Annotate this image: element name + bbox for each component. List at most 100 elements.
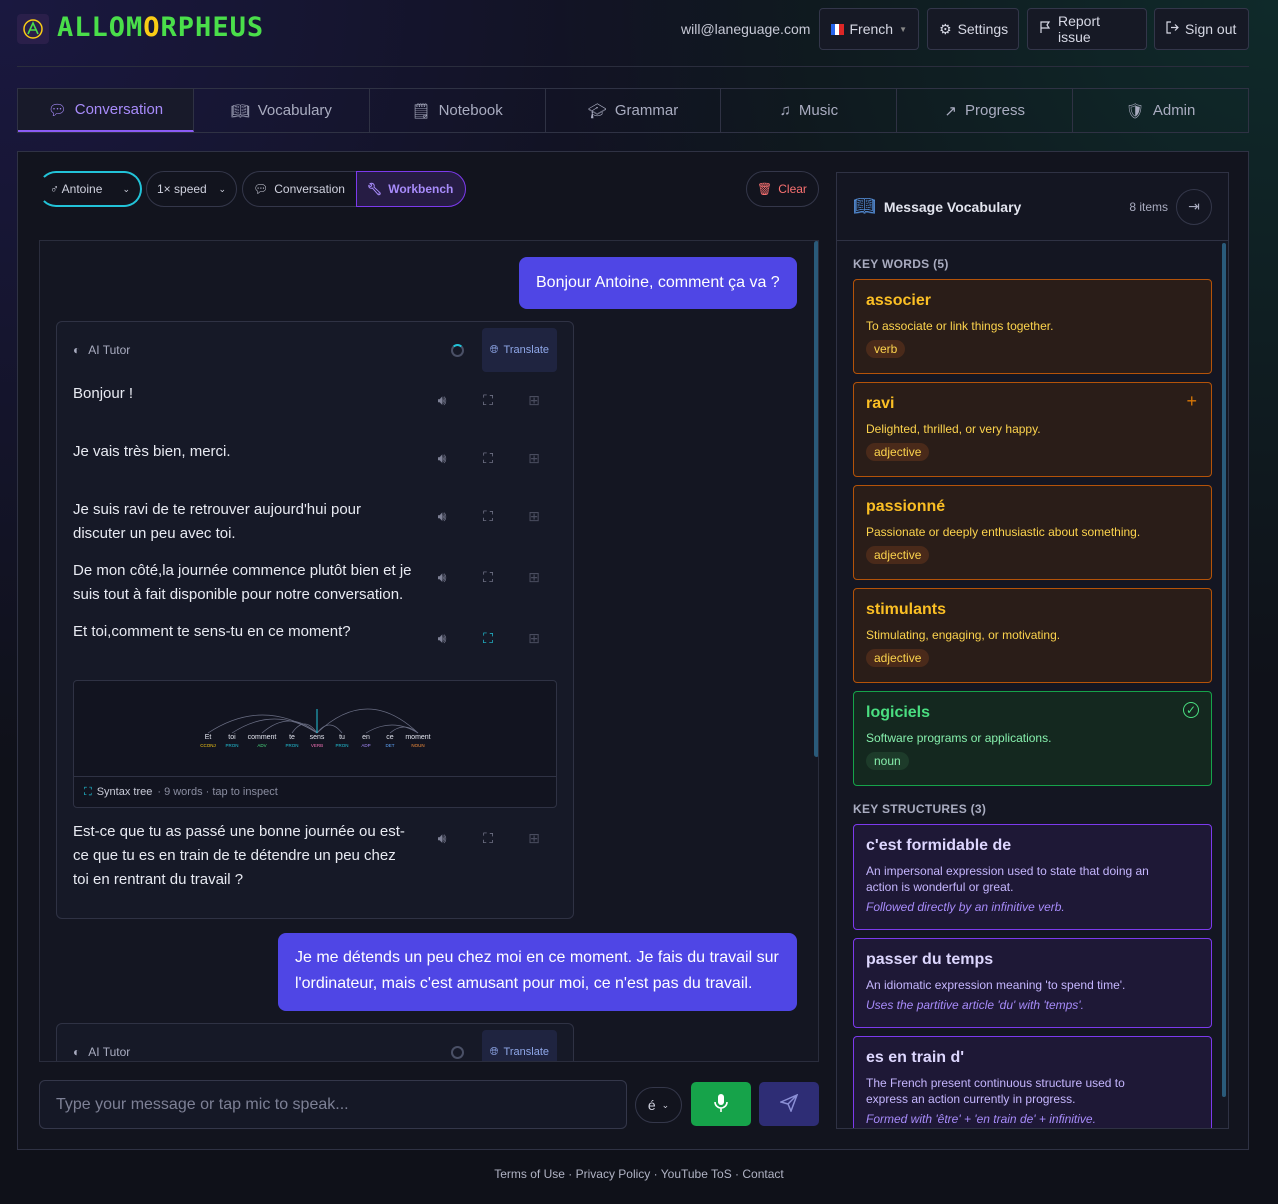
vocab-word-card[interactable]: passionné Passionate or deeply enthusias… bbox=[853, 485, 1212, 580]
grid-icon[interactable]: ⊞ bbox=[511, 630, 557, 674]
contact-link[interactable]: Contact bbox=[742, 1167, 783, 1181]
chat-scrollbar[interactable] bbox=[814, 241, 818, 757]
logo-icon[interactable] bbox=[17, 14, 49, 44]
part-of-speech-badge: adjective bbox=[866, 649, 930, 667]
speaker-icon[interactable]: 🔊︎ bbox=[419, 569, 465, 616]
voice-select[interactable]: ♂ Antoine ⌄ bbox=[38, 171, 142, 207]
tree-pos-tag: ADP bbox=[361, 743, 370, 748]
tab-vocabulary[interactable]: 📖︎ Vocabulary bbox=[194, 89, 370, 132]
brand-name: ALLOMORPHEUS bbox=[57, 12, 265, 43]
structure-title: c'est formidable de bbox=[866, 837, 1012, 854]
sentence-row: Et toi,comment te sens-tu en ce moment? 🔊… bbox=[57, 616, 573, 674]
tree-pos-tag: PRON bbox=[285, 743, 298, 748]
vocab-word: ravi bbox=[866, 395, 895, 412]
chat-scroll-area[interactable]: Bonjour Antoine, comment ça va ? ◐ AI Tu… bbox=[39, 240, 819, 1062]
structure-definition: The French present continuous structure … bbox=[866, 1076, 1125, 1106]
syntax-tree-icon[interactable]: ⛶ bbox=[465, 569, 511, 616]
dependency-arc bbox=[231, 718, 318, 734]
vocab-structure-card[interactable]: es en train d' The French present contin… bbox=[853, 1036, 1212, 1128]
flag-outline-icon bbox=[1039, 21, 1052, 37]
collapse-panel-icon[interactable]: ⇥ bbox=[1176, 188, 1212, 225]
privacy-link[interactable]: Privacy Policy bbox=[576, 1167, 651, 1181]
tree-word[interactable]: ce bbox=[386, 734, 394, 741]
chat-bubble-icon: 💬︎ bbox=[47, 101, 67, 119]
vocab-word-card[interactable]: associer To associate or link things tog… bbox=[853, 279, 1212, 374]
sentence-row: Je suis ravi de te retrouver aujourd'hui… bbox=[57, 494, 573, 555]
syntax-tree-panel[interactable]: Et CCONJ toi PRON comment ADV te PRON sens VERB tu… bbox=[73, 680, 557, 808]
vocab-definition: To associate or link things together. bbox=[866, 319, 1054, 333]
tree-pos-tag: CCONJ bbox=[200, 743, 216, 748]
send-button[interactable] bbox=[759, 1082, 819, 1126]
add-icon[interactable]: + bbox=[1186, 391, 1197, 412]
vocab-word-card[interactable]: ravi Delighted, thrilled, or very happy.… bbox=[853, 382, 1212, 477]
translate-button[interactable]: 🌐︎ Translate bbox=[481, 328, 557, 372]
sentence-row: Je vais très bien, merci. 🔊︎ ⛶ ⊞ bbox=[57, 436, 573, 494]
tree-word[interactable]: te bbox=[289, 734, 295, 741]
check-circle-icon[interactable]: ✓ bbox=[1183, 702, 1199, 718]
message-input[interactable]: Type your message or tap mic to speak... bbox=[39, 1080, 627, 1129]
speed-select[interactable]: 1× speed ⌄ bbox=[146, 171, 237, 207]
settings-button[interactable]: ⚙ Settings bbox=[927, 8, 1019, 50]
terms-link[interactable]: Terms of Use bbox=[494, 1167, 565, 1181]
grid-icon[interactable]: ⊞ bbox=[511, 569, 557, 616]
tab-conversation[interactable]: 💬︎ Conversation bbox=[18, 89, 194, 132]
youtube-tos-link[interactable]: YouTube ToS bbox=[661, 1167, 732, 1181]
tree-word[interactable]: tu bbox=[339, 734, 345, 741]
wrench-icon: 🔧︎ bbox=[367, 182, 383, 196]
tab-progress[interactable]: ↗ Progress bbox=[897, 89, 1074, 132]
sentence-row: Est-ce que tu as passé une bonne journée… bbox=[57, 816, 573, 892]
vocab-word-card[interactable]: logiciels Software programs or applicati… bbox=[853, 691, 1212, 786]
speaker-icon[interactable]: 🔊︎ bbox=[419, 508, 465, 555]
tree-word[interactable]: sens bbox=[310, 734, 325, 741]
tree-pos-tag: NOUN bbox=[411, 743, 424, 748]
mode-workbench-button[interactable]: 🔧︎ Workbench bbox=[356, 171, 466, 207]
vocab-structure-card[interactable]: c'est formidable de An impersonal expres… bbox=[853, 824, 1212, 930]
microphone-button[interactable] bbox=[691, 1082, 751, 1126]
tree-word[interactable]: moment bbox=[405, 734, 430, 741]
translate-button[interactable]: 🌐︎ Translate bbox=[481, 1030, 557, 1061]
tree-word[interactable]: Et bbox=[205, 734, 212, 741]
grid-icon[interactable]: ⊞ bbox=[511, 392, 557, 436]
brain-icon: ◐ bbox=[73, 1045, 81, 1059]
tree-word[interactable]: toi bbox=[228, 734, 236, 741]
tab-grammar[interactable]: 🎓︎ Grammar bbox=[546, 89, 722, 132]
clear-button[interactable]: 🗑︎ Clear bbox=[746, 171, 819, 207]
conversation-panel: ♂ Antoine ⌄ 1× speed ⌄ 💬︎ Conversation 🔧︎ Wo… bbox=[17, 151, 1249, 1150]
report-issue-button[interactable]: Report issue bbox=[1027, 8, 1147, 50]
speaker-icon[interactable]: 🔊︎ bbox=[419, 392, 465, 436]
vocab-word-card[interactable]: stimulants Stimulating, engaging, or mot… bbox=[853, 588, 1212, 683]
grid-icon[interactable]: ⊞ bbox=[511, 508, 557, 555]
language-select[interactable]: French ▼ bbox=[819, 8, 919, 50]
syntax-tree-icon[interactable]: ⛶ bbox=[465, 392, 511, 436]
speaker-icon[interactable]: 🔊︎ bbox=[419, 830, 465, 892]
syntax-tree-icon[interactable]: ⛶ bbox=[465, 450, 511, 494]
tab-notebook[interactable]: 🗒︎ Notebook bbox=[370, 89, 546, 132]
grid-icon[interactable]: ⊞ bbox=[511, 830, 557, 892]
mode-conversation-button[interactable]: 💬︎ Conversation bbox=[242, 171, 360, 207]
structure-title: es en train d' bbox=[866, 1049, 965, 1066]
chevron-down-icon: ⌄ bbox=[122, 183, 130, 194]
syntax-tree-icon[interactable]: ⛶ bbox=[465, 508, 511, 555]
speaker-icon[interactable]: 🔊︎ bbox=[419, 630, 465, 674]
sign-out-button[interactable]: Sign out bbox=[1154, 8, 1249, 50]
syntax-tree-icon[interactable]: ⛶ bbox=[465, 830, 511, 892]
tree-word[interactable]: en bbox=[362, 734, 370, 741]
ai-message-header: ◐ AI Tutor 🌐︎ Translate bbox=[57, 1024, 573, 1061]
tab-admin[interactable]: 🛡︎ Admin bbox=[1073, 89, 1248, 132]
ai-tutor-message: ◐ AI Tutor 🌐︎ Translate bbox=[56, 1023, 574, 1061]
vocab-structure-card[interactable]: passer du temps An idiomatic expression … bbox=[853, 938, 1212, 1028]
tree-pos-tag: DET bbox=[386, 743, 395, 748]
part-of-speech-badge: verb bbox=[866, 340, 906, 358]
speaker-icon[interactable]: 🔊︎ bbox=[419, 450, 465, 494]
loading-spinner-icon bbox=[450, 1045, 464, 1059]
grid-icon[interactable]: ⊞ bbox=[511, 450, 557, 494]
user-email: will@laneguage.com bbox=[681, 21, 811, 37]
vocab-scrollbar[interactable] bbox=[1222, 243, 1226, 1097]
vocab-header: 📖︎ Message Vocabulary 8 items ⇥ bbox=[837, 173, 1228, 241]
tab-music[interactable]: ♫ Music bbox=[721, 89, 898, 132]
graduation-cap-icon: 🎓︎ bbox=[587, 102, 607, 120]
accent-picker[interactable]: é ⌄ bbox=[635, 1087, 682, 1123]
syntax-tree-icon[interactable]: ⛶ bbox=[465, 630, 511, 674]
notebook-icon: 🗒︎ bbox=[411, 102, 431, 120]
tree-word[interactable]: comment bbox=[248, 734, 277, 741]
